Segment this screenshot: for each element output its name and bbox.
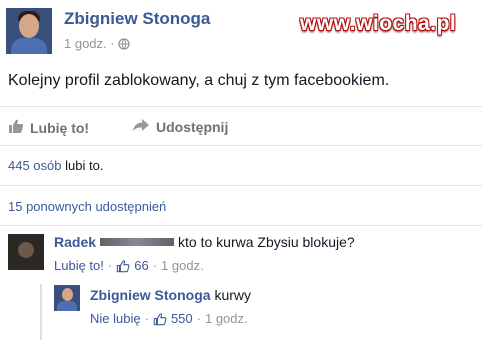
comment-body: Radek kto to kurwa Zbysiu blokuje?: [54, 234, 355, 250]
reply-actions: Nie lubię · 550 · 1 godz.: [90, 311, 248, 326]
post-time[interactable]: 1 godz.: [64, 36, 107, 51]
comment-like-link[interactable]: Lubię to!: [54, 258, 104, 273]
likes-count-link[interactable]: 445 osób: [8, 158, 62, 173]
watermark: www.wiocha.pl: [300, 12, 457, 35]
reply-author[interactable]: Zbigniew Stonoga: [90, 287, 211, 303]
post-action-bar: Lubię to! Udostępnij: [0, 106, 482, 146]
thumbs-up-icon[interactable]: [153, 312, 167, 326]
reply-like-count[interactable]: 550: [171, 311, 193, 326]
meta-separator: ·: [110, 36, 115, 51]
comment-time[interactable]: 1 godz.: [161, 258, 204, 273]
comment-actions: Lubię to! · 66 · 1 godz.: [54, 258, 204, 273]
comment-separator: ·: [107, 258, 113, 273]
likes-summary: 445 osób lubi to.: [0, 146, 482, 186]
shares-count-link[interactable]: 15 ponownych udostępnień: [8, 199, 166, 214]
share-button-label: Udostępnij: [156, 118, 229, 135]
reply-time[interactable]: 1 godz.: [205, 311, 248, 326]
globe-icon[interactable]: [118, 38, 130, 53]
reply-unlike-link[interactable]: Nie lubię: [90, 311, 141, 326]
reply-thread-line: [40, 284, 42, 340]
redacted-surname: [100, 238, 175, 246]
post-author-name[interactable]: Zbigniew Stonoga: [64, 9, 210, 29]
author-avatar[interactable]: [6, 8, 52, 54]
thumbs-up-icon[interactable]: [116, 259, 130, 273]
share-button[interactable]: Udostępnij: [132, 118, 228, 135]
shares-summary: 15 ponownych udostępnień: [0, 186, 482, 226]
share-arrow-icon: [132, 118, 150, 135]
comment-separator: ·: [152, 258, 158, 273]
like-button[interactable]: Lubię to!: [8, 118, 89, 137]
thumbs-up-icon: [8, 118, 24, 137]
comment-author[interactable]: Radek: [54, 234, 96, 250]
post-text: Kolejny profil zablokowany, a chuj z tym…: [8, 72, 390, 89]
comment-text: kto to kurwa Zbysiu blokuje?: [178, 234, 355, 250]
reply-text: kurwy: [214, 287, 251, 303]
reply-separator: ·: [196, 311, 201, 326]
reply-author-avatar[interactable]: [54, 285, 80, 311]
reply-body: Zbigniew Stonoga kurwy: [90, 287, 251, 303]
likes-suffix: lubi to.: [65, 158, 104, 173]
commenter-avatar[interactable]: [8, 234, 44, 270]
comment-like-count[interactable]: 66: [134, 258, 148, 273]
post-meta: 1 godz. ·: [64, 36, 130, 53]
like-button-label: Lubię to!: [30, 119, 90, 136]
reply-separator: ·: [144, 311, 149, 326]
